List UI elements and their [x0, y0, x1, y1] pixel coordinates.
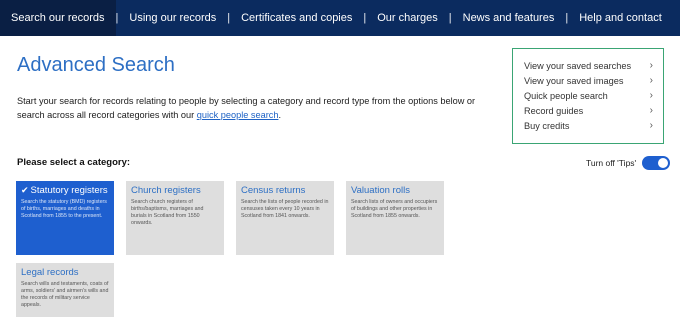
chevron-right-icon: ›	[649, 75, 653, 86]
saved-images-link[interactable]: View your saved images ›	[524, 73, 653, 88]
card-description: Search the statutory (BMD) registers of …	[21, 199, 107, 219]
category-card-census-returns[interactable]: Census returns Search the lists of peopl…	[236, 181, 334, 255]
card-description: Search wills and testaments, coats of ar…	[21, 281, 109, 308]
chevron-right-icon: ›	[649, 90, 653, 101]
buy-credits-link[interactable]: Buy credits ›	[524, 118, 653, 133]
side-link-label: Quick people search	[524, 90, 608, 101]
category-card-legal-records[interactable]: Legal records Search wills and testament…	[16, 263, 114, 317]
page-title: Advanced Search	[17, 54, 175, 76]
top-navigation: Search our records | Using our records |…	[0, 0, 680, 36]
tips-toggle[interactable]	[642, 156, 671, 170]
chevron-right-icon: ›	[649, 120, 653, 131]
nav-separator: |	[115, 12, 119, 24]
nav-our-charges[interactable]: Our charges	[366, 0, 449, 36]
card-title: Legal records	[21, 267, 79, 278]
nav-search-our-records[interactable]: Search our records	[0, 0, 116, 36]
nav-separator: |	[227, 12, 231, 24]
nav-separator: |	[363, 12, 367, 24]
card-title: Census returns	[241, 185, 306, 196]
record-guides-link[interactable]: Record guides ›	[524, 103, 653, 118]
card-description: Search the lists of people recorded in c…	[241, 199, 329, 219]
nav-using-our-records[interactable]: Using our records	[118, 0, 227, 36]
chevron-right-icon: ›	[649, 60, 653, 71]
side-link-label: Record guides	[524, 105, 584, 116]
nav-separator: |	[565, 12, 569, 24]
side-link-label: View your saved searches	[524, 60, 632, 71]
nav-certificates-and-copies[interactable]: Certificates and copies	[230, 0, 363, 36]
card-title: ✔ Statutory registers	[21, 185, 109, 196]
tips-toggle-label: Turn off 'Tips'	[586, 158, 637, 168]
card-title-text: Statutory registers	[30, 185, 108, 196]
category-card-church-registers[interactable]: Church registers Search church registers…	[126, 181, 224, 255]
quick-people-search-side-link[interactable]: Quick people search ›	[524, 88, 653, 103]
category-card-statutory-registers[interactable]: ✔ Statutory registers Search the statutor…	[16, 181, 114, 255]
quick-links-box: View your saved searches › View your save…	[512, 48, 664, 144]
nav-separator: |	[448, 12, 452, 24]
nav-news-and-features[interactable]: News and features	[452, 0, 566, 36]
side-link-label: Buy credits	[524, 120, 570, 131]
card-description: Search church registers of births/baptis…	[131, 199, 204, 226]
side-link-label: View your saved images	[524, 75, 624, 86]
category-prompt: Please select a category:	[17, 157, 131, 168]
toggle-knob	[658, 158, 669, 168]
chevron-right-icon: ›	[649, 105, 653, 116]
category-card-valuation-rolls[interactable]: Valuation rolls Search lists of owners a…	[346, 181, 444, 255]
saved-searches-link[interactable]: View your saved searches ›	[524, 58, 653, 73]
card-title: Valuation rolls	[351, 185, 410, 196]
card-description: Search lists of owners and occupiers of …	[351, 199, 438, 219]
intro-text-end: .	[278, 110, 282, 120]
nav-help-and-contact[interactable]: Help and contact	[568, 0, 673, 36]
card-title: Church registers	[131, 185, 201, 196]
tips-toggle-group: Turn off 'Tips'	[586, 156, 671, 170]
checkmark-icon: ✔	[21, 185, 29, 195]
intro-text: Start your search for records relating t…	[17, 94, 497, 122]
quick-people-search-link[interactable]: quick people search	[197, 110, 279, 120]
